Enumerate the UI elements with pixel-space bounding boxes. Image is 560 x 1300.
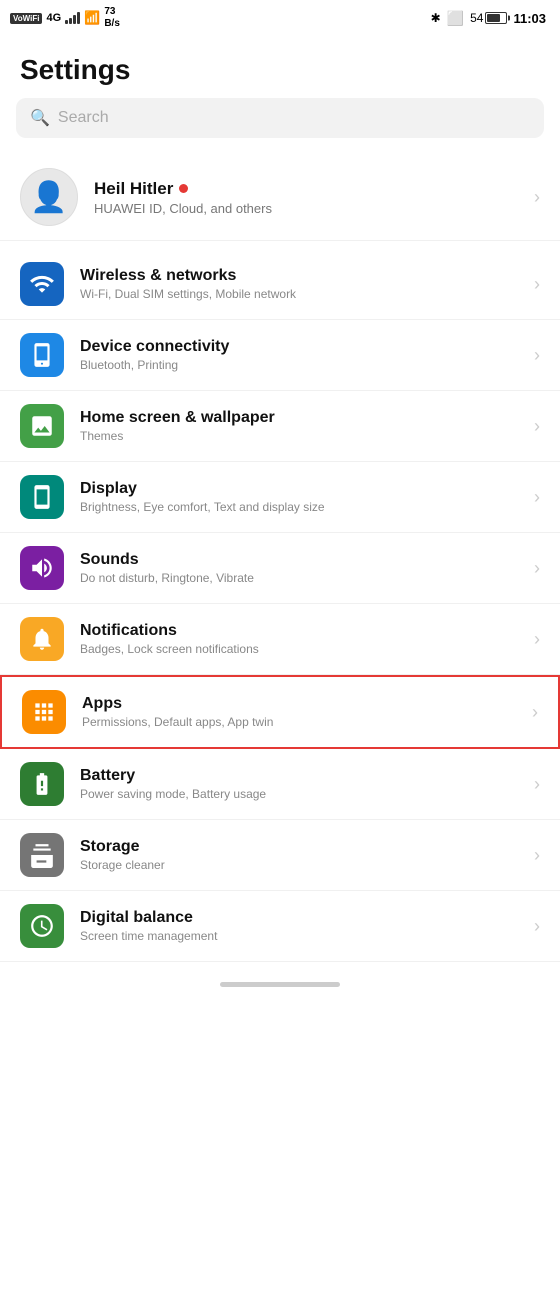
device-connectivity-chevron: ›: [534, 345, 540, 366]
avatar: 👤: [20, 168, 78, 226]
device-connectivity-text: Device connectivity Bluetooth, Printing: [80, 338, 518, 372]
battery-chevron: ›: [534, 774, 540, 795]
vibrate-icon: ⬜: [447, 10, 464, 27]
display-title: Display: [80, 480, 518, 498]
battery-subtitle: Power saving mode, Battery usage: [80, 787, 518, 801]
apps-chevron: ›: [532, 702, 538, 723]
avatar-icon: 👤: [30, 180, 67, 215]
settings-item-sounds[interactable]: Sounds Do not disturb, Ringtone, Vibrate…: [0, 533, 560, 604]
home-screen-chevron: ›: [534, 416, 540, 437]
settings-item-notifications[interactable]: Notifications Badges, Lock screen notifi…: [0, 604, 560, 675]
storage-text: Storage Storage cleaner: [80, 838, 518, 872]
wireless-chevron: ›: [534, 274, 540, 295]
profile-subtitle: HUAWEI ID, Cloud, and others: [94, 201, 518, 216]
sounds-subtitle: Do not disturb, Ringtone, Vibrate: [80, 571, 518, 585]
wireless-title: Wireless & networks: [80, 267, 518, 285]
settings-item-home-screen[interactable]: Home screen & wallpaper Themes ›: [0, 391, 560, 462]
wireless-icon: [20, 262, 64, 306]
time-display: 11:03: [513, 11, 546, 26]
battery-title: Battery: [80, 767, 518, 785]
digital-balance-icon: [20, 904, 64, 948]
page-title: Settings: [0, 36, 560, 98]
notifications-icon: [20, 617, 64, 661]
notifications-title: Notifications: [80, 622, 518, 640]
battery-text: Battery Power saving mode, Battery usage: [80, 767, 518, 801]
battery-settings-icon: [20, 762, 64, 806]
signal-4g: 4G: [46, 12, 61, 24]
sounds-title: Sounds: [80, 551, 518, 569]
apps-icon: [22, 690, 66, 734]
apps-text: Apps Permissions, Default apps, App twin: [82, 695, 516, 729]
storage-icon: [20, 833, 64, 877]
digital-balance-chevron: ›: [534, 916, 540, 937]
display-text: Display Brightness, Eye comfort, Text an…: [80, 480, 518, 514]
digital-balance-title: Digital balance: [80, 909, 518, 927]
device-connectivity-icon: [20, 333, 64, 377]
settings-item-storage[interactable]: Storage Storage cleaner ›: [0, 820, 560, 891]
home-screen-text: Home screen & wallpaper Themes: [80, 409, 518, 443]
wireless-text: Wireless & networks Wi-Fi, Dual SIM sett…: [80, 267, 518, 301]
search-placeholder: Search: [58, 109, 109, 127]
display-icon: [20, 475, 64, 519]
settings-item-display[interactable]: Display Brightness, Eye comfort, Text an…: [0, 462, 560, 533]
home-bar: [220, 982, 340, 987]
device-connectivity-title: Device connectivity: [80, 338, 518, 356]
signal-bars: [65, 12, 80, 24]
battery-level: 54: [470, 11, 483, 25]
storage-subtitle: Storage cleaner: [80, 858, 518, 872]
settings-item-apps[interactable]: Apps Permissions, Default apps, App twin…: [0, 675, 560, 749]
profile-info: Heil Hitler HUAWEI ID, Cloud, and others: [94, 179, 518, 216]
storage-chevron: ›: [534, 845, 540, 866]
profile-chevron: ›: [534, 187, 540, 208]
settings-item-device-connectivity[interactable]: Device connectivity Bluetooth, Printing …: [0, 320, 560, 391]
status-right: ✱ ⬜ 54 11:03: [431, 10, 546, 27]
battery-container: 54: [470, 11, 507, 25]
vowifi-indicator: VoWiFi: [10, 13, 42, 24]
digital-balance-text: Digital balance Screen time management: [80, 909, 518, 943]
profile-name: Heil Hitler: [94, 179, 518, 199]
wifi-icon: 📶: [84, 10, 100, 26]
home-indicator: [0, 970, 560, 1003]
bluetooth-icon: ✱: [431, 11, 441, 25]
sounds-chevron: ›: [534, 558, 540, 579]
apps-subtitle: Permissions, Default apps, App twin: [82, 715, 516, 729]
device-connectivity-subtitle: Bluetooth, Printing: [80, 358, 518, 372]
search-bar[interactable]: 🔍 Search: [16, 98, 544, 138]
home-screen-icon: [20, 404, 64, 448]
notifications-text: Notifications Badges, Lock screen notifi…: [80, 622, 518, 656]
display-chevron: ›: [534, 487, 540, 508]
settings-item-digital-balance[interactable]: Digital balance Screen time management ›: [0, 891, 560, 962]
notifications-subtitle: Badges, Lock screen notifications: [80, 642, 518, 656]
status-left: VoWiFi 4G 📶 73B/s: [10, 6, 120, 30]
digital-balance-subtitle: Screen time management: [80, 929, 518, 943]
online-indicator: [179, 184, 188, 193]
settings-item-wireless[interactable]: Wireless & networks Wi-Fi, Dual SIM sett…: [0, 249, 560, 320]
settings-item-battery[interactable]: Battery Power saving mode, Battery usage…: [0, 749, 560, 820]
settings-list: Wireless & networks Wi-Fi, Dual SIM sett…: [0, 241, 560, 970]
speed-indicator: 73B/s: [104, 6, 120, 30]
battery-icon: [485, 12, 507, 24]
profile-section[interactable]: 👤 Heil Hitler HUAWEI ID, Cloud, and othe…: [0, 154, 560, 241]
apps-title: Apps: [82, 695, 516, 713]
sounds-icon: [20, 546, 64, 590]
sounds-text: Sounds Do not disturb, Ringtone, Vibrate: [80, 551, 518, 585]
home-screen-title: Home screen & wallpaper: [80, 409, 518, 427]
display-subtitle: Brightness, Eye comfort, Text and displa…: [80, 500, 518, 514]
notifications-chevron: ›: [534, 629, 540, 650]
status-bar: VoWiFi 4G 📶 73B/s ✱ ⬜ 54 11:03: [0, 0, 560, 36]
storage-title: Storage: [80, 838, 518, 856]
wireless-subtitle: Wi-Fi, Dual SIM settings, Mobile network: [80, 287, 518, 301]
home-screen-subtitle: Themes: [80, 429, 518, 443]
search-icon: 🔍: [30, 108, 50, 128]
